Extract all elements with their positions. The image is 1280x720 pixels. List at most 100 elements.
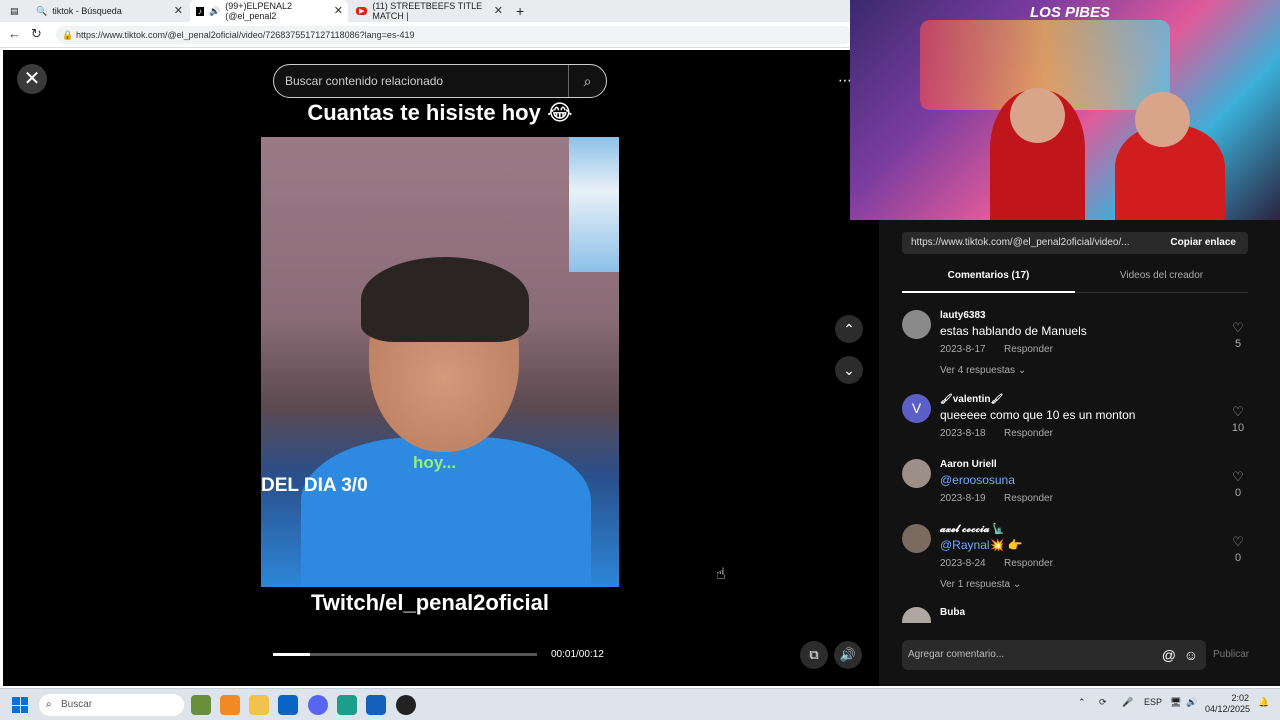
outlook-icon[interactable] [278, 695, 298, 715]
tab-creator-videos[interactable]: Videos del creador [1075, 265, 1248, 293]
file-explorer-icon[interactable] [249, 695, 269, 715]
comment-item: Buba [902, 607, 1252, 623]
video-overlay-hoy: hoy... [413, 453, 457, 472]
store-icon[interactable] [366, 695, 386, 715]
copy-link-button[interactable]: Copiar enlace [1170, 232, 1236, 254]
close-icon[interactable]: ✕ [494, 4, 503, 17]
hair-image [361, 257, 529, 342]
tab-youtube[interactable]: ▶ (11) STREETBEEFS TITLE MATCH | ✕ [350, 0, 508, 22]
close-icon[interactable]: ✕ [174, 4, 183, 17]
next-video-button[interactable]: ⌄ [835, 356, 863, 384]
reply-button[interactable]: Responder [1004, 344, 1053, 355]
comment-date: 2023-8-17 [940, 344, 986, 355]
video-caption-top: Cuantas te hisiste hoy 😂 [307, 100, 573, 125]
taskbar-search[interactable]: ⌕ Buscar [39, 694, 184, 716]
webcam-overlay: LOS PIBES [850, 0, 1280, 220]
comment-date: 2023-8-19 [940, 493, 986, 504]
search-icon[interactable]: ⌕ [568, 65, 606, 97]
avatar[interactable] [902, 310, 931, 339]
tab-label: (99+)ELPENAL2 (@el_penal2 [225, 1, 293, 21]
share-link-text: https://www.tiktok.com/@el_penal2oficial… [911, 237, 1130, 248]
comment-text: queeeee como que 10 es un monton [940, 408, 1136, 422]
avatar[interactable]: V [902, 394, 931, 423]
mouse-cursor: ☝ [716, 566, 726, 583]
clock-date: 04/12/2025 [1205, 704, 1251, 714]
tiktok-icon: ♪ [196, 6, 204, 16]
view-replies-button[interactable]: Ver 4 respuestas ⌄ [940, 365, 1026, 376]
video-frame[interactable] [261, 137, 619, 587]
reply-button[interactable]: Responder [1004, 493, 1053, 504]
minecraft-icon[interactable] [191, 695, 211, 715]
avatar[interactable] [902, 607, 931, 623]
sync-icon[interactable]: ⟳ [1099, 697, 1107, 708]
volume-icon[interactable]: 🔊 [1186, 697, 1197, 708]
emoji-icon[interactable]: ☺ [1184, 640, 1198, 670]
youtube-icon: ▶ [356, 7, 368, 15]
avatar[interactable] [902, 459, 931, 488]
discord-icon[interactable] [308, 695, 328, 715]
like-count: 5 [1234, 338, 1242, 350]
view-replies-button[interactable]: Ver 1 respuesta ⌄ [940, 579, 1021, 590]
comment-user[interactable]: Aaron Uriell [940, 459, 997, 470]
reply-button[interactable]: Responder [1004, 428, 1053, 439]
person-right-head [1135, 92, 1190, 147]
video-column: Buscar contenido relacionado ⌕ Cuantas t… [261, 50, 619, 686]
reload-icon[interactable]: ↻ [31, 26, 42, 42]
heart-icon[interactable]: ♡ [1228, 469, 1248, 485]
app-icon[interactable] [220, 695, 240, 715]
close-icon[interactable]: ✕ [334, 4, 343, 17]
publish-button[interactable]: Publicar [1213, 640, 1249, 670]
comment-input[interactable]: Agregar comentario... @ ☺ [902, 640, 1206, 670]
comment-date: 2023-8-18 [940, 428, 986, 439]
tab-search[interactable]: 🔍 tiktok - Búsqueda ✕ [30, 0, 188, 22]
comment-mention[interactable]: @Raynal💥 👉 [940, 538, 1023, 552]
person-left-head [1010, 88, 1065, 143]
windows-start-icon[interactable] [12, 697, 28, 713]
back-icon[interactable]: ← [8, 26, 21, 41]
comment-mention[interactable]: @eroososuna [940, 473, 1015, 487]
reply-button[interactable]: Responder [1004, 558, 1053, 569]
tab-comments[interactable]: Comentarios (17) [902, 265, 1075, 293]
previous-video-button[interactable]: ⌃ [835, 315, 863, 343]
related-search-input[interactable]: Buscar contenido relacionado ⌕ [273, 64, 607, 98]
comment-user[interactable]: lauty6383 [940, 310, 986, 321]
clock[interactable]: 2:02 04/12/2025 [1205, 693, 1251, 715]
new-tab-button[interactable]: + [510, 0, 528, 22]
flag-image [569, 137, 619, 272]
heart-icon[interactable]: ♡ [1228, 320, 1248, 336]
heart-icon[interactable]: ♡ [1228, 534, 1248, 550]
chevron-up-icon[interactable]: ⌃ [1078, 697, 1086, 708]
obs-icon[interactable] [396, 695, 416, 715]
language-indicator[interactable]: ESP [1144, 697, 1162, 707]
mention-icon[interactable]: @ [1162, 640, 1176, 670]
avatar[interactable] [902, 524, 931, 553]
tab-actions-icon[interactable]: ▤ [4, 0, 22, 22]
comment-user[interactable]: 𝓪𝔁𝓮𝓵 𝓬𝓸𝓬𝓬𝓲𝓪 🗽 [940, 524, 1005, 535]
pip-button[interactable]: ⧉ [800, 641, 828, 669]
like-count: 10 [1231, 422, 1245, 434]
volume-button[interactable]: 🔊 [834, 641, 862, 669]
like-count: 0 [1234, 552, 1242, 564]
comment-user[interactable]: Buba [940, 607, 965, 618]
search-placeholder: Buscar contenido relacionado [285, 74, 444, 88]
url-text: https://www.tiktok.com/@el_penal2oficial… [76, 30, 415, 40]
speaker-icon: 🔊 [209, 5, 221, 16]
comment-user[interactable]: 🖌valentin🖌 [940, 394, 1003, 405]
tab-label: (11) STREETBEEFS TITLE MATCH | [372, 1, 483, 21]
url-field[interactable]: 🔒 https://www.tiktok.com/@el_penal2ofici… [56, 26, 852, 44]
network-icon[interactable]: 🖥 [1170, 697, 1181, 708]
comment-date: 2023-8-24 [940, 558, 986, 569]
graffiti-text: LOS PIBES [1030, 4, 1111, 21]
notifications-icon[interactable]: 🔔 [1258, 697, 1269, 708]
edge-icon[interactable] [337, 695, 357, 715]
clock-time: 2:02 [1231, 693, 1249, 703]
video-overlay-deldia: DEL DIA 3/0 [261, 475, 368, 496]
tab-tiktok[interactable]: ♪ 🔊 (99+)ELPENAL2 (@el_penal2 ✕ [190, 0, 348, 22]
timecode: 00:01/00:12 [551, 649, 604, 660]
taskbar: ⌕ Buscar ⌃ ⟳ 🎤 ESP 🖥 🔊 2:02 04/12/2025 🔔 [0, 688, 1280, 720]
close-button[interactable]: ✕ [17, 64, 47, 94]
comment-text: estas hablando de Manuels [940, 324, 1087, 338]
microphone-icon[interactable]: 🎤 [1122, 697, 1133, 708]
progress-bar[interactable] [273, 653, 537, 656]
heart-icon[interactable]: ♡ [1228, 404, 1248, 420]
